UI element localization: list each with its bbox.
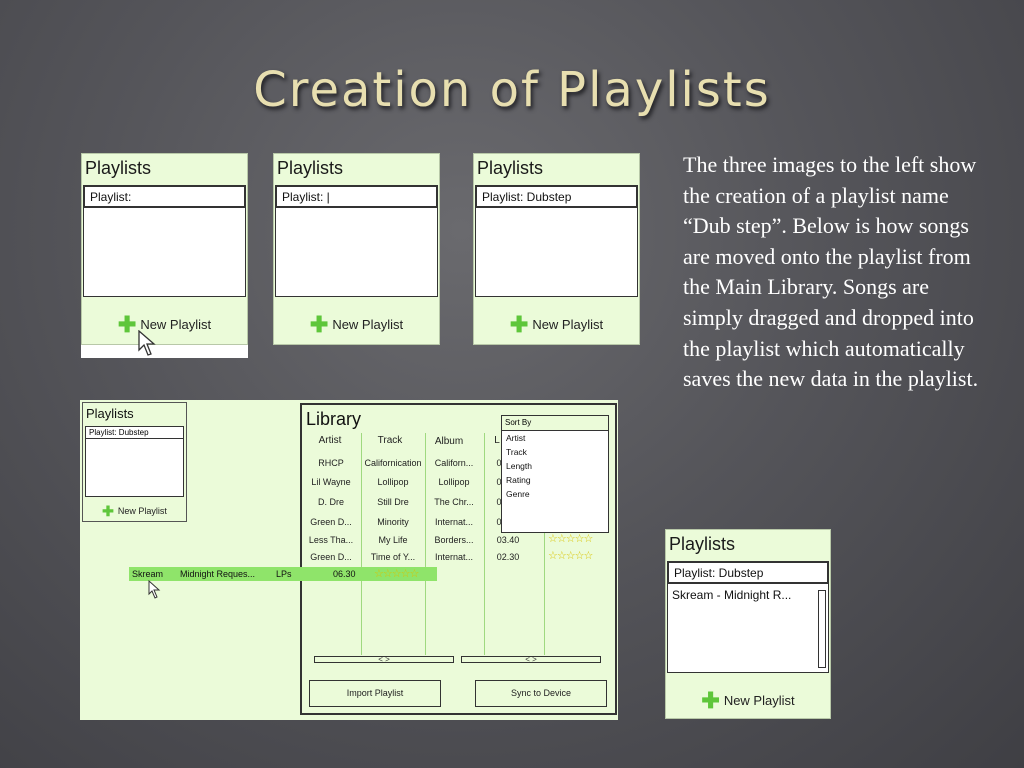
cell-album: Internat...	[434, 552, 474, 562]
sort-option[interactable]: Rating	[502, 473, 608, 487]
drag-album: LPs	[276, 569, 292, 579]
cell-artist: Green D...	[310, 552, 352, 562]
library-panel: Library Artist Track Album L RHCP Califo…	[300, 403, 617, 715]
sort-option[interactable]: Length	[502, 459, 608, 473]
panel-bottom-strip	[81, 345, 248, 358]
sort-option[interactable]: Track	[502, 445, 608, 459]
cell-length: 02.30	[496, 552, 520, 562]
plus-icon: ✚	[509, 312, 529, 337]
new-playlist-button[interactable]: ✚ New Playlist	[82, 312, 247, 338]
cell-artist: D. Dre	[317, 497, 344, 507]
playlist-panel-result: Playlists Playlist: Dubstep Skream - Mid…	[665, 529, 831, 719]
cell-track: Californication	[364, 458, 422, 468]
sort-option[interactable]: Genre	[502, 487, 608, 501]
cell-track: My Life	[378, 535, 408, 545]
playlist-panel-named: Playlists Playlist: Dubstep ✚ New Playlis…	[473, 153, 640, 345]
new-playlist-label: New Playlist	[723, 693, 795, 708]
cell-album: Internat...	[434, 517, 474, 527]
drag-stars: ☆☆☆☆☆	[374, 568, 419, 580]
cell-length: 03.40	[496, 535, 520, 545]
new-playlist-button[interactable]: ✚ New Playlist	[83, 503, 186, 520]
cell-artist: Green D...	[310, 517, 352, 527]
new-playlist-label: New Playlist	[117, 506, 167, 516]
cell-album: The Chr...	[434, 497, 474, 507]
new-playlist-label: New Playlist	[332, 317, 404, 332]
plus-icon: ✚	[102, 503, 114, 519]
slide-title: Creation of Playlists	[253, 62, 771, 118]
library-screenshot: Playlists Playlist: Dubstep ✚ New Playlis…	[80, 400, 618, 720]
playlist-songs-list	[475, 208, 638, 297]
sort-option[interactable]: Artist	[502, 431, 608, 445]
playlist-songs-list: Skream - Midnight R...	[667, 584, 829, 673]
sort-by-title: Sort By	[502, 416, 608, 431]
playlist-panel-empty: Playlists Playlist: ✚ New Playlist	[81, 153, 248, 345]
cell-artist: Lil Wayne	[311, 477, 351, 487]
playlist-songs-list	[83, 208, 246, 297]
rating-stars[interactable]: ☆☆☆☆☆	[548, 532, 593, 545]
playlist-panel-typing: Playlists Playlist: | ✚ New Playlist	[273, 153, 440, 345]
slide-description: The three images to the left show the cr…	[683, 152, 979, 392]
drag-track: Midnight Reques...	[180, 569, 256, 579]
plus-icon: ✚	[701, 688, 720, 713]
panel-header: Playlists	[477, 158, 544, 178]
library-title: Library	[306, 409, 362, 429]
playlist-name-field[interactable]: Playlist:	[83, 185, 246, 208]
column-divider	[425, 433, 426, 655]
sync-to-device-button[interactable]: Sync to Device	[475, 680, 607, 707]
cell-album: Lollipop	[438, 477, 470, 487]
sort-by-dropdown[interactable]: Sort By Artist Track Length Rating Genre	[501, 415, 609, 533]
new-playlist-button[interactable]: ✚ New Playlist	[474, 312, 639, 338]
plus-icon: ✚	[117, 312, 137, 337]
panel-header: Playlists	[85, 158, 152, 178]
mouse-cursor-icon	[138, 330, 156, 356]
playlist-songs-list	[85, 439, 184, 497]
playlist-name-field[interactable]: Playlist: Dubstep	[667, 561, 829, 584]
cell-track: Time of Y...	[370, 552, 416, 562]
playlist-name-field[interactable]: Playlist: Dubstep	[85, 426, 184, 439]
column-header-artist[interactable]: Artist	[308, 435, 352, 446]
playlist-name-field[interactable]: Playlist: Dubstep	[475, 185, 638, 208]
cell-artist: Less Tha...	[308, 535, 354, 545]
panel-header: Playlists	[669, 534, 736, 554]
playlist-songs-list	[275, 208, 438, 297]
column-header-album[interactable]: Album	[429, 436, 469, 447]
plus-icon: ✚	[309, 312, 329, 337]
horizontal-scrollbar-left[interactable]: < >	[314, 656, 454, 664]
column-header-track[interactable]: Track	[366, 435, 414, 446]
drag-length: 06.30	[333, 569, 356, 579]
playlist-name-field[interactable]: Playlist: |	[275, 185, 438, 208]
new-playlist-button[interactable]: ✚ New Playlist	[666, 688, 830, 714]
cell-track: Minority	[377, 517, 409, 527]
horizontal-scrollbar-right[interactable]: < >	[461, 656, 601, 664]
playlist-song-item[interactable]: Skream - Midnight R...	[668, 584, 828, 602]
mini-playlist-panel: Playlists Playlist: Dubstep ✚ New Playlis…	[82, 402, 187, 522]
panel-header: Playlists	[86, 406, 134, 421]
vertical-scrollbar[interactable]	[818, 590, 826, 668]
rating-stars[interactable]: ☆☆☆☆☆	[548, 549, 593, 562]
cell-album: Californ...	[434, 458, 474, 468]
cell-artist: RHCP	[318, 458, 344, 468]
drag-artist: Skream	[132, 569, 164, 579]
cell-track: Lollipop	[377, 477, 409, 487]
cell-track: Still Dre	[377, 497, 409, 507]
import-playlist-button[interactable]: Import Playlist	[309, 680, 441, 707]
cell-album: Borders...	[434, 535, 474, 545]
panel-header: Playlists	[277, 158, 344, 178]
new-playlist-label: New Playlist	[532, 317, 604, 332]
mouse-cursor-icon	[148, 580, 161, 599]
column-divider	[484, 433, 485, 655]
dragged-song-row[interactable]: Skream Midnight Reques... LPs 06.30 ☆☆☆☆…	[129, 567, 437, 581]
new-playlist-button[interactable]: ✚ New Playlist	[274, 312, 439, 338]
